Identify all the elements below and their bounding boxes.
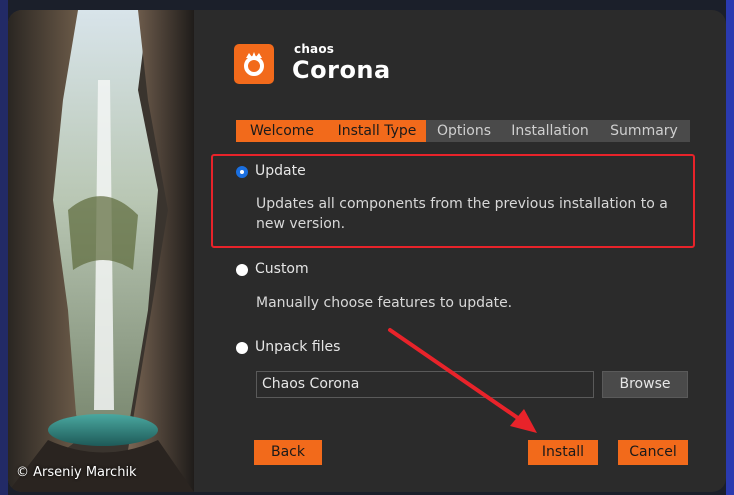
corona-logo bbox=[234, 44, 274, 84]
unpack-label[interactable]: Unpack files bbox=[255, 339, 340, 355]
brand-chaos: chaos bbox=[294, 42, 335, 56]
installer-window: © Arseniy Marchik chaos Corona Welcome I… bbox=[8, 10, 726, 492]
cave-waterfall-photo bbox=[8, 10, 194, 492]
screen-frame: © Arseniy Marchik chaos Corona Welcome I… bbox=[0, 0, 734, 495]
photo-credit: © Arseniy Marchik bbox=[16, 465, 137, 480]
cancel-button[interactable]: Cancel bbox=[618, 440, 688, 465]
custom-radio[interactable] bbox=[236, 264, 248, 276]
tab-summary[interactable]: Summary bbox=[598, 120, 690, 142]
install-button[interactable]: Install bbox=[528, 440, 598, 465]
browse-button[interactable]: Browse bbox=[602, 371, 688, 398]
frame-edge-left bbox=[0, 0, 8, 495]
custom-description: Manually choose features to update. bbox=[256, 295, 513, 311]
tab-install-type[interactable]: Install Type bbox=[328, 120, 426, 142]
frame-edge-right bbox=[726, 0, 734, 495]
unpack-radio[interactable] bbox=[236, 342, 248, 354]
unpack-path-input[interactable]: Chaos Corona bbox=[256, 371, 594, 398]
tab-welcome[interactable]: Welcome bbox=[236, 120, 328, 142]
corona-flame-icon bbox=[244, 52, 264, 76]
brand-corona: Corona bbox=[292, 56, 391, 84]
step-tabs: Welcome Install Type Options Installatio… bbox=[236, 120, 690, 142]
update-radio[interactable] bbox=[236, 166, 248, 178]
tab-installation[interactable]: Installation bbox=[502, 120, 598, 142]
custom-label[interactable]: Custom bbox=[255, 261, 309, 277]
update-label[interactable]: Update bbox=[255, 163, 306, 179]
tab-options[interactable]: Options bbox=[426, 120, 502, 142]
update-description: Updates all components from the previous… bbox=[256, 196, 668, 232]
back-button[interactable]: Back bbox=[254, 440, 322, 465]
